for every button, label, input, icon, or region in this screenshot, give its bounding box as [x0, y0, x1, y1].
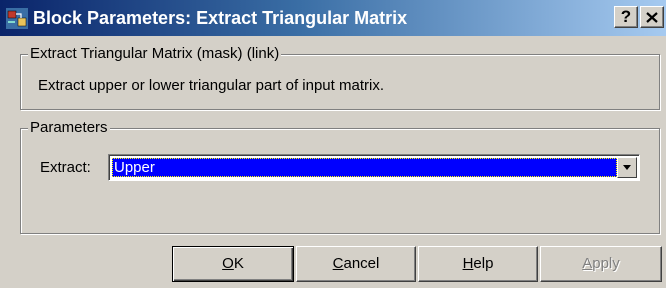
extract-dropdown-button[interactable]	[617, 157, 637, 178]
parameters-group-legend: Parameters	[28, 119, 110, 137]
cancel-button-mnemonic: C	[332, 255, 344, 272]
mask-description: Extract upper or lower triangular part o…	[38, 77, 384, 94]
parameters-group	[20, 128, 660, 234]
title-bar[interactable]: Block Parameters: Extract Triangular Mat…	[0, 0, 666, 36]
extract-select[interactable]: Upper	[108, 154, 640, 181]
help-button-mnemonic: H	[462, 255, 474, 272]
close-icon	[646, 12, 658, 23]
window-title: Block Parameters: Extract Triangular Mat…	[33, 8, 408, 28]
cancel-button[interactable]: Cancel	[296, 246, 416, 282]
extract-label: Extract:	[40, 159, 91, 176]
help-title-button[interactable]: ?	[614, 6, 638, 28]
apply-button-label: pply	[592, 255, 620, 272]
apply-button-mnemonic: A	[582, 255, 593, 272]
ok-button[interactable]: OK	[172, 246, 294, 282]
simulink-block-icon	[6, 8, 28, 29]
close-button[interactable]	[640, 6, 664, 28]
ok-button-mnemonic: O	[222, 255, 234, 272]
block-parameters-dialog: Block Parameters: Extract Triangular Mat…	[0, 0, 666, 288]
cancel-button-label: ancel	[343, 255, 380, 272]
mask-group-legend: Extract Triangular Matrix (mask) (link)	[28, 45, 282, 63]
apply-button[interactable]: Apply	[540, 246, 662, 282]
chevron-down-icon	[623, 165, 631, 170]
extract-select-value[interactable]: Upper	[112, 158, 617, 177]
help-button[interactable]: Help	[418, 246, 538, 282]
ok-button-label: K	[233, 255, 244, 272]
help-button-label: elp	[473, 255, 494, 272]
